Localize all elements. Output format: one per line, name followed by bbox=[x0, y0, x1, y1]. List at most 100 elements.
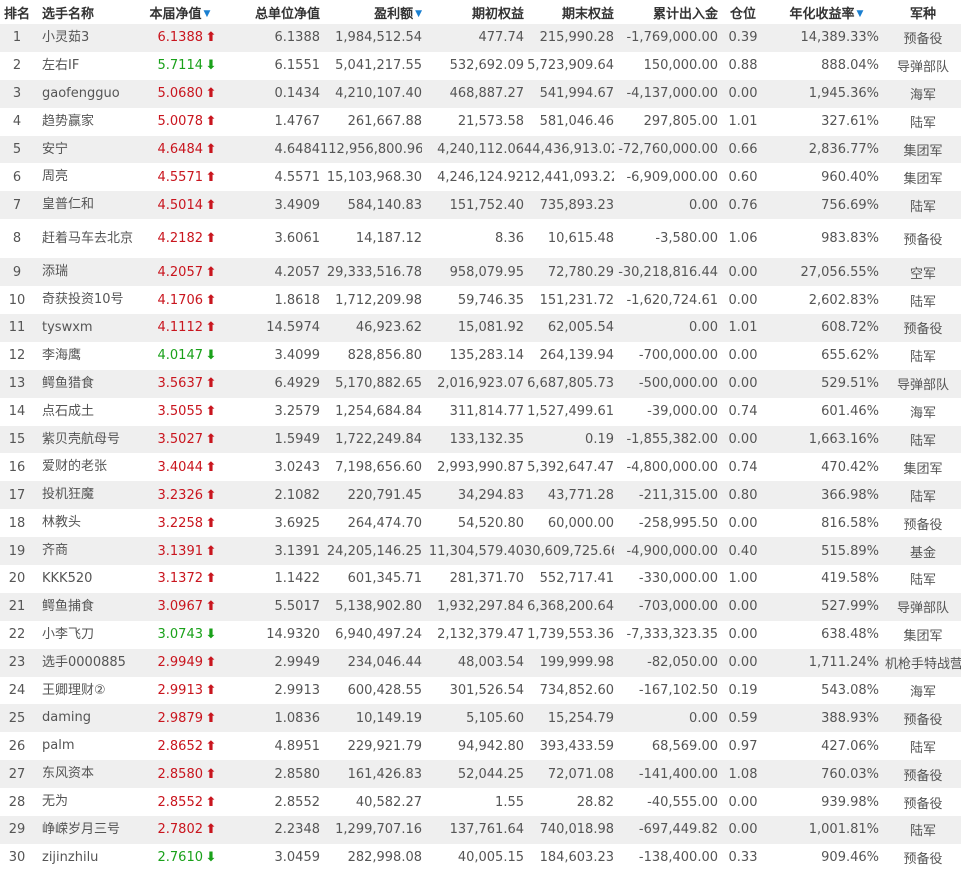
player-name-cell[interactable]: 点石成土 bbox=[34, 397, 140, 426]
player-name-cell[interactable]: 左右IF bbox=[34, 51, 140, 80]
table-row[interactable]: 21 鳄鱼捕食 3.0967 ⬆ 5.5017 5,138,902.80 1,932,297… bbox=[0, 592, 961, 621]
player-name-cell[interactable]: 安宁 bbox=[34, 135, 140, 164]
player-name-cell[interactable]: 鳄鱼猎食 bbox=[34, 369, 140, 398]
current-nav-cell: 4.5014 ⬆ bbox=[140, 191, 220, 220]
rank-cell: 24 bbox=[0, 676, 34, 705]
header-annual-return[interactable]: 年化收益率 ▼ bbox=[768, 0, 885, 24]
player-name-cell[interactable]: daming bbox=[34, 704, 140, 733]
profit-cell: 1,712,209.98 bbox=[320, 286, 422, 315]
header-army[interactable]: 军种 bbox=[885, 0, 961, 24]
sort-desc-icon[interactable]: ▼ bbox=[857, 9, 864, 19]
table-row[interactable]: 1 小灵茹3 6.1388 ⬆ 6.1388 1,984,512.54 477.74 215,… bbox=[0, 24, 961, 52]
table-row[interactable]: 13 鳄鱼猎食 3.5637 ⬆ 6.4929 5,170,882.65 2,016,923… bbox=[0, 369, 961, 398]
start-equity-cell: 4,240,112.06 bbox=[422, 135, 524, 164]
player-name-cell[interactable]: 皇普仁和 bbox=[34, 191, 140, 220]
net-flow-cell: -7,333,323.35 bbox=[614, 620, 718, 649]
header-rank[interactable]: 排名 bbox=[0, 0, 34, 24]
header-name[interactable]: 选手名称 bbox=[34, 0, 140, 24]
army-cell: 预备役 bbox=[885, 509, 961, 538]
player-name-cell[interactable]: 趋势赢家 bbox=[34, 107, 140, 136]
sort-desc-icon[interactable]: ▼ bbox=[415, 9, 422, 19]
header-total-unit-nav[interactable]: 总单位净值 bbox=[220, 0, 320, 24]
player-name-cell[interactable]: 王卿理财② bbox=[34, 676, 140, 705]
player-name-cell[interactable]: 选手0000885 bbox=[34, 648, 140, 677]
player-name-cell[interactable]: 齐商 bbox=[34, 537, 140, 566]
header-end-equity[interactable]: 期末权益 bbox=[524, 0, 614, 24]
player-name-cell[interactable]: 小灵茹3 bbox=[34, 24, 140, 52]
header-net-flow[interactable]: 累计出入金 bbox=[614, 0, 718, 24]
annual-return-cell: 909.46% bbox=[768, 843, 885, 872]
player-name-cell[interactable]: 添瑞 bbox=[34, 258, 140, 287]
position-cell: 0.33 bbox=[718, 843, 768, 872]
table-row[interactable]: 9 添瑞 4.2057 ⬆ 4.2057 29,333,516.78 958,079.95 7… bbox=[0, 258, 961, 287]
player-name-cell[interactable]: 峥嵘岁月三号 bbox=[34, 816, 140, 844]
table-row[interactable]: 28 无为 2.8552 ⬆ 2.8552 40,582.27 1.55 28.82 -40,5… bbox=[0, 788, 961, 817]
player-name-cell[interactable]: 林教头 bbox=[34, 509, 140, 538]
player-name-cell[interactable]: 紫贝壳航母号 bbox=[34, 425, 140, 454]
table-row[interactable]: 20 KKK520 3.1372 ⬆ 1.1422 601,345.71 281,371.7… bbox=[0, 565, 961, 593]
player-name-cell[interactable]: 东风资本 bbox=[34, 760, 140, 789]
player-name-cell[interactable]: 爱财的老张 bbox=[34, 453, 140, 482]
sort-desc-icon[interactable]: ▼ bbox=[204, 9, 211, 19]
table-row[interactable]: 24 王卿理财② 2.9913 ⬆ 2.9913 600,428.55 301,526.54… bbox=[0, 676, 961, 705]
header-position[interactable]: 仓位 bbox=[718, 0, 768, 24]
header-start-equity[interactable]: 期初权益 bbox=[422, 0, 524, 24]
table-row[interactable]: 30 zijinzhilu 2.7610 ⬇ 3.0459 282,998.08 40,00… bbox=[0, 843, 961, 872]
table-row[interactable]: 16 爱财的老张 3.4044 ⬆ 3.0243 7,198,656.60 2,993,99… bbox=[0, 453, 961, 482]
table-row[interactable]: 5 安宁 4.6484 ⬆ 4.6484 112,956,800.96 4,240,112.… bbox=[0, 135, 961, 164]
player-name-cell[interactable]: 赶着马车去北京 bbox=[34, 219, 140, 259]
position-cell: 1.00 bbox=[718, 565, 768, 593]
player-name-cell[interactable]: 周亮 bbox=[34, 163, 140, 192]
table-row[interactable]: 11 tyswxm 4.1112 ⬆ 14.5974 46,923.62 15,081.92… bbox=[0, 314, 961, 342]
table-row[interactable]: 22 小李飞刀 3.0743 ⬇ 14.9320 6,940,497.24 2,132,37… bbox=[0, 620, 961, 649]
table-row[interactable]: 3 gaofengguo 5.0680 ⬆ 0.1434 4,210,107.40 468,… bbox=[0, 79, 961, 108]
table-row[interactable]: 18 林教头 3.2258 ⬆ 3.6925 264,474.70 54,520.80 60,… bbox=[0, 509, 961, 538]
player-name-cell[interactable]: KKK520 bbox=[34, 565, 140, 593]
header-current-nav[interactable]: 本届净值 ▼ bbox=[140, 0, 220, 24]
table-row[interactable]: 23 选手0000885 2.9949 ⬆ 2.9949 234,046.44 48,003… bbox=[0, 648, 961, 677]
table-row[interactable]: 2 左右IF 5.7114 ⬇ 6.1551 5,041,217.55 532,692.09… bbox=[0, 51, 961, 80]
table-row[interactable]: 19 齐商 3.1391 ⬆ 3.1391 24,205,146.25 11,304,579… bbox=[0, 537, 961, 566]
current-nav-cell: 3.0743 ⬇ bbox=[140, 620, 220, 649]
table-row[interactable]: 17 投机狂魔 3.2326 ⬆ 2.1082 220,791.45 34,294.83 43… bbox=[0, 481, 961, 510]
table-row[interactable]: 25 daming 2.9879 ⬆ 1.0836 10,149.19 5,105.60 15… bbox=[0, 704, 961, 733]
current-nav-value: 3.5027 bbox=[157, 432, 204, 448]
start-equity-cell: 311,814.77 bbox=[422, 397, 524, 426]
player-name-cell[interactable]: 无为 bbox=[34, 788, 140, 817]
header-profit[interactable]: 盈利额 ▼ bbox=[320, 0, 422, 24]
player-name-cell[interactable]: gaofengguo bbox=[34, 79, 140, 108]
table-row[interactable]: 8 赶着马车去北京 4.2182 ⬆ 3.6061 14,187.12 8.36 10,615… bbox=[0, 219, 961, 259]
table-row[interactable]: 15 紫贝壳航母号 3.5027 ⬆ 1.5949 1,722,249.84 133,132… bbox=[0, 425, 961, 454]
total-unit-nav-cell: 4.8951 bbox=[220, 732, 320, 761]
player-name-cell[interactable]: 奇获投资10号 bbox=[34, 286, 140, 315]
player-name-cell[interactable]: 小李飞刀 bbox=[34, 620, 140, 649]
end-equity-cell: 1,739,553.36 bbox=[524, 620, 614, 649]
player-name-cell[interactable]: tyswxm bbox=[34, 314, 140, 342]
table-row[interactable]: 26 palm 2.8652 ⬆ 4.8951 229,921.79 94,942.80 39… bbox=[0, 732, 961, 761]
profit-cell: 24,205,146.25 bbox=[320, 537, 422, 566]
profit-cell: 5,170,882.65 bbox=[320, 369, 422, 398]
player-name-cell[interactable]: 投机狂魔 bbox=[34, 481, 140, 510]
current-nav-cell: 4.1706 ⬆ bbox=[140, 286, 220, 315]
table-row[interactable]: 10 奇获投资10号 4.1706 ⬆ 1.8618 1,712,209.98 59,746… bbox=[0, 286, 961, 315]
player-name-cell[interactable]: 李海鹰 bbox=[34, 341, 140, 370]
end-equity-cell: 735,893.23 bbox=[524, 191, 614, 220]
annual-return-cell: 939.98% bbox=[768, 788, 885, 817]
profit-cell: 10,149.19 bbox=[320, 704, 422, 733]
start-equity-cell: 135,283.14 bbox=[422, 341, 524, 370]
table-row[interactable]: 29 峥嵘岁月三号 2.7802 ⬆ 2.2348 1,299,707.16 137,761… bbox=[0, 816, 961, 844]
net-flow-cell: -40,555.00 bbox=[614, 788, 718, 817]
player-name-cell[interactable]: zijinzhilu bbox=[34, 843, 140, 872]
table-row[interactable]: 7 皇普仁和 4.5014 ⬆ 3.4909 584,140.83 151,752.40 73… bbox=[0, 191, 961, 220]
player-name-cell[interactable]: 鳄鱼捕食 bbox=[34, 592, 140, 621]
table-row[interactable]: 14 点石成土 3.5055 ⬆ 3.2579 1,254,684.84 311,814.7… bbox=[0, 397, 961, 426]
table-row[interactable]: 6 周亮 4.5571 ⬆ 4.5571 15,103,968.30 4,246,124.9… bbox=[0, 163, 961, 192]
table-row[interactable]: 27 东风资本 2.8580 ⬆ 2.8580 161,426.83 52,044.25 72… bbox=[0, 760, 961, 789]
end-equity-cell: 44,436,913.02 bbox=[524, 135, 614, 164]
table-row[interactable]: 12 李海鹰 4.0147 ⬇ 3.4099 828,856.80 135,283.14 26… bbox=[0, 341, 961, 370]
total-unit-nav-cell: 6.1388 bbox=[220, 24, 320, 52]
player-name-cell[interactable]: palm bbox=[34, 732, 140, 761]
end-equity-cell: 581,046.46 bbox=[524, 107, 614, 136]
table-row[interactable]: 4 趋势赢家 5.0078 ⬆ 1.4767 261,667.88 21,573.58 581… bbox=[0, 107, 961, 136]
annual-return-cell: 27,056.55% bbox=[768, 258, 885, 287]
